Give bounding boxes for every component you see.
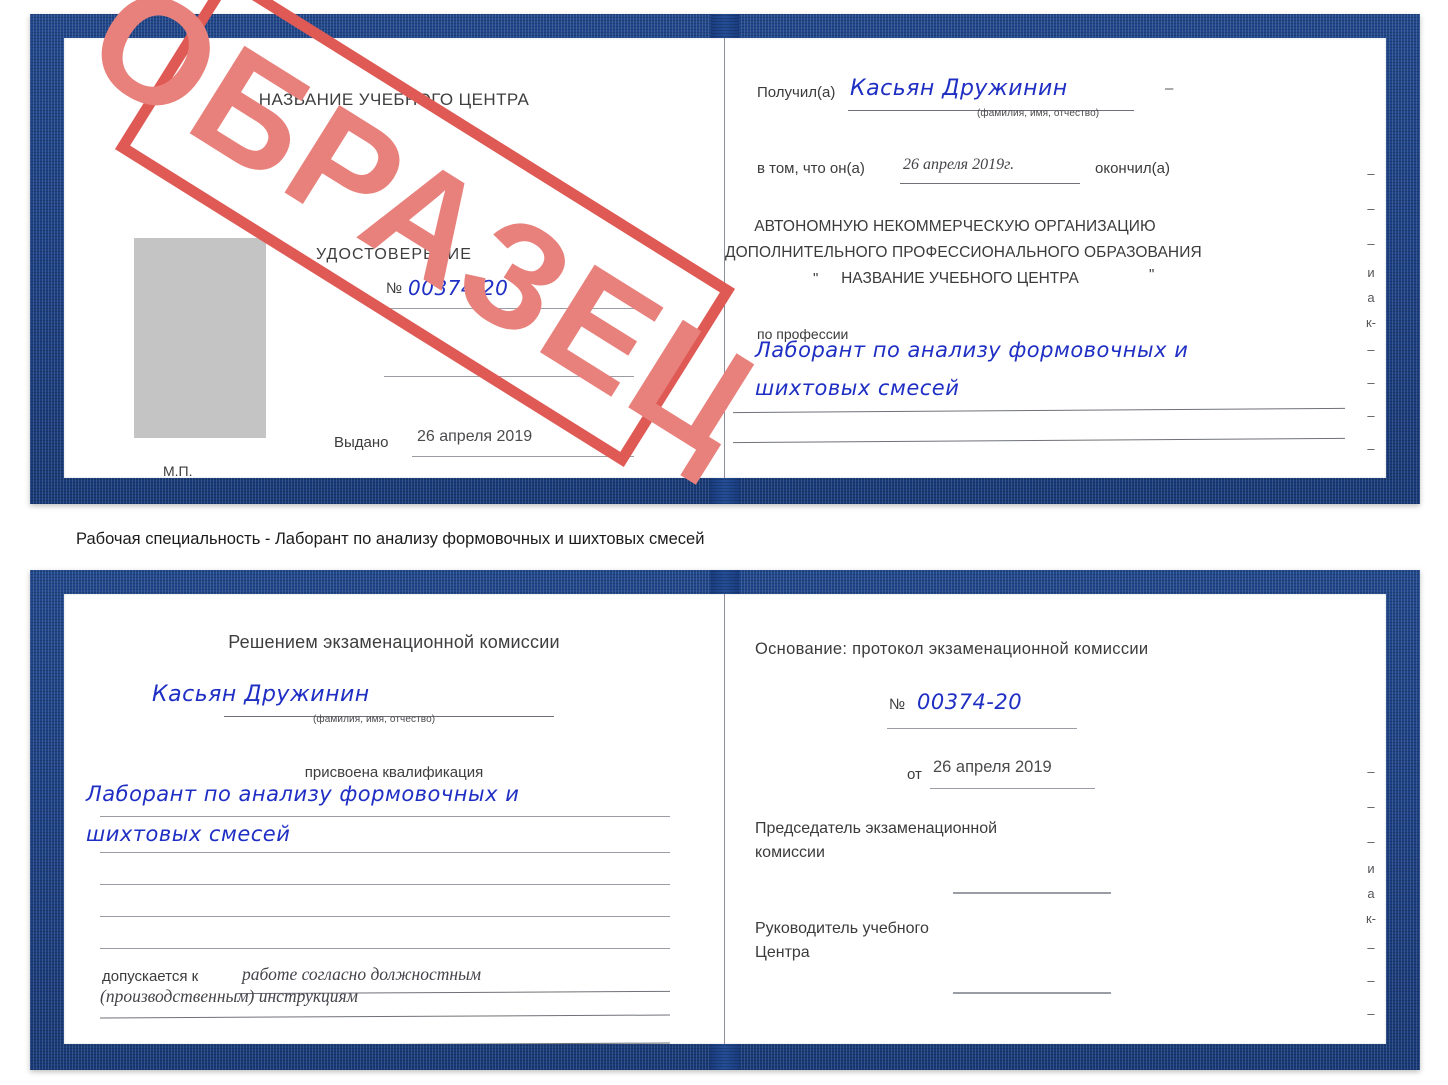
organization-name: НАЗВАНИЕ УЧЕБНОГО ЦЕНТРА <box>841 270 1079 287</box>
protocol-date-rule <box>930 788 1095 789</box>
caption-text: Рабочая специальность - Лаборант по анал… <box>76 530 705 548</box>
chairman-label-line-1: Председатель экзаменационной <box>755 820 998 837</box>
protocol-number-rule <box>887 728 1077 729</box>
basis-label: Основание: протокол экзаменационной коми… <box>755 640 1149 658</box>
edge-glyph: и <box>1367 265 1375 280</box>
commission-heading: Решением экзаменационной комиссии <box>228 632 560 652</box>
certificate-bottom: Решением экзаменационной комиссии Касьян… <box>30 570 1424 1076</box>
edge-glyph: к- <box>1365 911 1377 926</box>
edge-glyph: – <box>1367 201 1375 216</box>
recipient-name: Касьян Дружинин <box>850 76 1068 101</box>
edge-glyph: а <box>1367 886 1375 901</box>
qualification-line-1: Лаборант по анализу формовочных и <box>86 782 520 806</box>
edge-glyph: – <box>1367 799 1375 814</box>
profession-rule-2 <box>733 437 1345 444</box>
allowed-line-1: работе согласно должностным <box>242 964 482 984</box>
chairman-label-line-2: комиссии <box>755 844 825 861</box>
protocol-date-label: от <box>907 766 922 783</box>
page-bottom-left: Решением экзаменационной комиссии Касьян… <box>64 594 725 1044</box>
edge-glyph: а <box>1367 290 1375 305</box>
blank-rule-1 <box>384 376 634 377</box>
quote-close: " <box>1149 266 1155 283</box>
issued-rule <box>412 456 634 457</box>
completion-date-rule <box>900 183 1080 184</box>
director-label-line-1: Руководитель учебного <box>755 920 929 937</box>
edge-glyph: – <box>1367 1039 1374 1044</box>
name-hint: (фамилия, имя, отчество) <box>313 714 436 725</box>
edge-glyph: – <box>1367 375 1375 390</box>
certificate-top: НАЗВАНИЕ УЧЕБНОГО ЦЕНТРА УДОСТОВЕРЕНИЕ №… <box>30 0 1424 510</box>
director-label-line-2: Центра <box>755 944 810 961</box>
qualification-rule-2 <box>100 852 670 853</box>
protocol-number-symbol: № <box>889 696 906 713</box>
page-bottom-right: Основание: протокол экзаменационной коми… <box>725 594 1386 1044</box>
paper-spread-bottom: Решением экзаменационной комиссии Касьян… <box>64 594 1386 1044</box>
edge-dash-top: – <box>1165 80 1174 97</box>
page-edge-glyph-column: – – – и а к- – – – – <box>1362 38 1380 456</box>
training-center-name: НАЗВАНИЕ УЧЕБНОГО ЦЕНТРА <box>258 90 530 109</box>
edge-glyph: – <box>1367 764 1375 779</box>
edge-glyph: – <box>1367 236 1375 251</box>
edge-glyph: и <box>1367 861 1375 876</box>
issued-label: Выдано <box>334 434 389 451</box>
edge-glyph: – <box>1367 1006 1375 1021</box>
qualification-rule-1 <box>100 816 670 817</box>
allowed-rule-3 <box>100 1042 670 1044</box>
number-rule <box>384 308 634 309</box>
qualification-line-2: шихтовых смесей <box>86 822 291 846</box>
that-he-label: в том, что он(а) <box>757 160 865 177</box>
profession-rule-1 <box>733 407 1345 414</box>
completion-date: 26 апреля 2019г. <box>903 156 1015 173</box>
edge-glyph: – <box>1367 408 1375 423</box>
edge-glyph: – <box>1367 441 1375 456</box>
page-top-right: Получил(а) Касьян Дружинин (фамилия, имя… <box>725 38 1386 478</box>
page-edge-glyph-column: – – – и а к- – – – – <box>1362 594 1380 1044</box>
organization-line-2: ДОПОЛНИТЕЛЬНОГО ПРОФЕССИОНАЛЬНОГО ОБРАЗО… <box>725 244 1202 261</box>
allowed-rule-2 <box>100 1014 670 1019</box>
finished-label: окончил(а) <box>1095 160 1170 177</box>
protocol-number-value: 00374-20 <box>917 690 1023 714</box>
blank-rule-2 <box>100 916 670 917</box>
blank-rule-1 <box>100 884 670 885</box>
page-top-left: НАЗВАНИЕ УЧЕБНОГО ЦЕНТРА УДОСТОВЕРЕНИЕ №… <box>64 38 725 478</box>
edge-glyph: к- <box>1365 315 1377 330</box>
edge-glyph: – <box>1367 940 1375 955</box>
organization-line-1: АВТОНОМНУЮ НЕКОММЕРЧЕСКУЮ ОРГАНИЗАЦИЮ <box>754 218 1156 235</box>
profession-line-2: шихтовых смесей <box>755 376 960 400</box>
blank-rule-3 <box>100 948 670 949</box>
issued-date-value: 26 апреля 2019 <box>417 428 533 445</box>
allowed-label: допускается к <box>102 968 199 985</box>
edge-glyph: – <box>1367 973 1375 988</box>
chairman-signature-rule <box>953 892 1111 894</box>
director-signature-rule <box>953 992 1111 994</box>
allowed-line-2: (производственным) инструкциям <box>100 986 358 1006</box>
certificate-number-value: 00374-20 <box>408 276 509 300</box>
protocol-date-value: 26 апреля 2019 <box>933 758 1052 776</box>
profession-line-1: Лаборант по анализу формовочных и <box>755 338 1189 362</box>
edge-glyph: – <box>1367 342 1375 357</box>
edge-glyph: – <box>1367 834 1375 849</box>
edge-glyph: – <box>1367 166 1375 181</box>
qualification-label: присвоена квалификация <box>304 764 484 781</box>
name-hint: (фамилия, имя, отчество) <box>977 108 1100 119</box>
number-symbol: № <box>386 280 403 297</box>
received-label: Получил(а) <box>757 84 836 101</box>
graduate-name: Касьян Дружинин <box>152 682 370 707</box>
seal-marker: М.П. <box>163 463 193 478</box>
paper-spread-top: НАЗВАНИЕ УЧЕБНОГО ЦЕНТРА УДОСТОВЕРЕНИЕ №… <box>64 38 1386 478</box>
photo-placeholder <box>134 238 266 438</box>
